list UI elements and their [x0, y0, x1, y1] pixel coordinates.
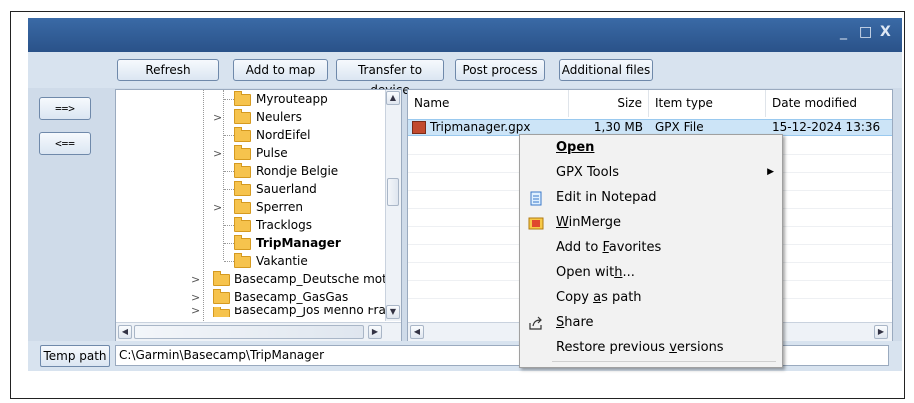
menu-item-winmerge[interactable]: WinMerge: [520, 210, 782, 235]
context-menu: Open GPX Tools ▶ Edit in Notepad WinMerg…: [519, 134, 783, 368]
file-type: GPX File: [655, 120, 704, 134]
tree-item-selected[interactable]: TripManager: [116, 235, 386, 252]
tree-item[interactable]: > Neulers: [116, 109, 386, 126]
tree-item[interactable]: > Basecamp_GasGas: [116, 289, 386, 306]
submenu-arrow-icon: ▶: [767, 167, 774, 177]
tree-item[interactable]: Myrouteapp: [116, 91, 386, 108]
scroll-down-icon[interactable]: ▼: [386, 305, 400, 319]
tree-item[interactable]: NordEifel: [116, 127, 386, 144]
menu-item-add-to-favorites[interactable]: Add to Favorites: [520, 235, 782, 260]
menu-item-open[interactable]: Open: [520, 135, 782, 160]
refresh-button[interactable]: Refresh: [117, 59, 219, 81]
scroll-right-icon[interactable]: ▶: [874, 325, 888, 339]
menu-separator: [552, 361, 776, 362]
folder-icon: [213, 307, 230, 317]
scroll-up-icon[interactable]: ▲: [386, 91, 400, 105]
tree-item[interactable]: Rondje Belgie: [116, 163, 386, 180]
folder-icon: [234, 145, 251, 160]
file-name: Tripmanager.gpx: [430, 120, 531, 134]
file-size: 1,30 MB: [593, 120, 643, 134]
folder-icon: [234, 217, 251, 232]
column-header-date-modified[interactable]: Date modified: [766, 90, 892, 117]
menu-item-copy-as-path[interactable]: Copy as path: [520, 285, 782, 310]
tree-item[interactable]: > Basecamp_Deutsche motorra: [116, 271, 401, 288]
folder-icon: [234, 163, 251, 178]
scroll-thumb[interactable]: [134, 325, 364, 339]
tree-item[interactable]: Sauerland: [116, 181, 386, 198]
tree-item-label: Rondje Belgie: [256, 164, 339, 178]
tree-item[interactable]: > Sperren: [116, 199, 386, 216]
additional-files-button[interactable]: Additional files: [559, 59, 653, 81]
chevron-right-icon[interactable]: >: [213, 199, 222, 216]
menu-item-share[interactable]: Share: [520, 310, 782, 335]
minimize-button[interactable]: _: [840, 24, 847, 40]
chevron-right-icon[interactable]: >: [213, 109, 222, 126]
menu-item-open-with[interactable]: Open with...: [520, 260, 782, 285]
tree-item-label: Myrouteapp: [256, 92, 328, 106]
transfer-to-device-button[interactable]: Transfer to device: [336, 59, 444, 97]
tree-item-label: Neulers: [256, 110, 302, 124]
tree-item-label: Sauerland: [256, 182, 317, 196]
tree-item-label: Vakantie: [256, 254, 308, 268]
winmerge-icon: [528, 215, 544, 231]
scroll-thumb[interactable]: [387, 178, 399, 206]
maximize-button[interactable]: □: [859, 24, 872, 40]
scroll-left-icon[interactable]: ◀: [410, 325, 424, 339]
folder-icon: [234, 253, 251, 268]
folder-tree: Myrouteapp > Neulers NordEifel > Pulse R…: [115, 89, 402, 342]
notepad-icon: [528, 190, 544, 206]
tree-item-label: Basecamp_Deutsche motorra: [234, 272, 402, 286]
folder-icon: [213, 271, 230, 286]
file-date: 15-12-2024 13:36: [772, 120, 881, 134]
share-icon: [528, 315, 544, 331]
chevron-right-icon[interactable]: >: [191, 289, 200, 306]
transfer-buttons-panel: ==> <==: [28, 88, 110, 371]
menu-item-gpx-tools[interactable]: GPX Tools ▶: [520, 160, 782, 185]
tree-item[interactable]: Tracklogs: [116, 217, 386, 234]
scroll-left-icon[interactable]: ◀: [118, 325, 132, 339]
tree-item-label: Sperren: [256, 200, 303, 214]
column-header-item-type[interactable]: Item type: [649, 90, 766, 117]
tree-item-label: Pulse: [256, 146, 288, 160]
chevron-right-icon[interactable]: >: [191, 271, 200, 288]
chevron-right-icon[interactable]: >: [213, 145, 222, 162]
toolbar: Refresh Add to map Transfer to device Po…: [28, 52, 902, 97]
folder-icon: [234, 91, 251, 106]
column-header-size[interactable]: Size: [569, 90, 649, 117]
folder-icon: [213, 289, 230, 304]
tree-vertical-scrollbar[interactable]: ▲ ▼: [385, 90, 401, 321]
title-bar: _ □ X: [28, 18, 902, 52]
tree-item-label: Basecamp_GasGas: [234, 290, 349, 304]
tree-horizontal-scrollbar[interactable]: ◀ ▶: [116, 322, 401, 341]
post-process-button[interactable]: Post process: [455, 59, 545, 81]
send-right-button[interactable]: ==>: [39, 97, 91, 120]
menu-item-edit-in-notepad[interactable]: Edit in Notepad: [520, 185, 782, 210]
folder-icon: [234, 181, 251, 196]
tree-item-label: Tracklogs: [256, 218, 312, 232]
send-left-button[interactable]: <==: [39, 132, 91, 155]
tree-item[interactable]: > Basecamp_Jos Menno Frank: [116, 307, 386, 317]
folder-icon: [234, 199, 251, 214]
column-header-name[interactable]: Name: [408, 90, 569, 117]
folder-icon: [234, 235, 251, 250]
folder-icon: [234, 127, 251, 142]
folder-icon: [234, 109, 251, 124]
close-button[interactable]: X: [880, 24, 891, 40]
gpx-file-icon: [412, 121, 426, 134]
chevron-right-icon[interactable]: >: [191, 307, 200, 317]
menu-item-restore-previous-versions[interactable]: Restore previous versions: [520, 335, 782, 360]
scroll-right-icon[interactable]: ▶: [368, 325, 382, 339]
tree-item-label: TripManager: [256, 236, 341, 250]
add-to-map-button[interactable]: Add to map: [233, 59, 328, 81]
temp-path-button[interactable]: Temp path: [40, 345, 110, 367]
tree-item[interactable]: Vakantie: [116, 253, 386, 270]
tree-item-label: NordEifel: [256, 128, 311, 142]
tree-item-label: Basecamp_Jos Menno Frank: [234, 307, 386, 317]
tree-item[interactable]: > Pulse: [116, 145, 386, 162]
